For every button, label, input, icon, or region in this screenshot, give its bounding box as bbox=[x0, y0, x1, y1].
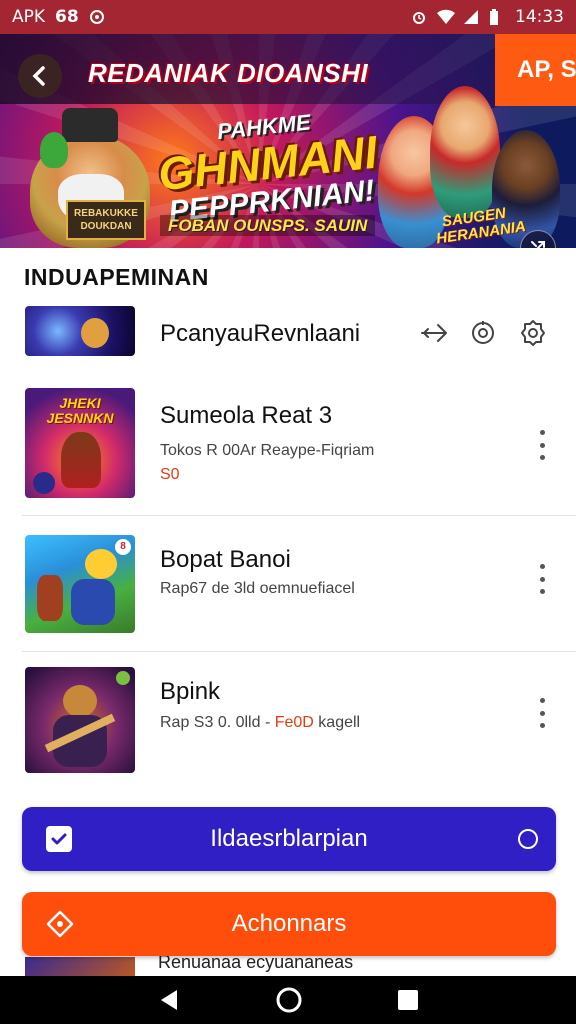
list-item-title: Sumeola Reat 3 bbox=[160, 402, 333, 429]
hero-banner[interactable]: REDANIAK DIOANSHI AP, Se REBAKUKKE DOUKD… bbox=[0, 34, 576, 248]
character-boy bbox=[430, 86, 500, 218]
more-options-button[interactable] bbox=[534, 698, 550, 728]
thumb-figure bbox=[63, 685, 97, 717]
status-app-label-2: 68 bbox=[55, 7, 79, 27]
list-item[interactable]: 8 Bopat Banoi Rap67 de 3ld oemnuefiacel bbox=[0, 534, 576, 652]
list-item-subtitle: Rap67 de 3ld oemnuefiacel bbox=[160, 580, 355, 597]
list-item-subtitle: Tokos R 00Ar Reaype-Fiqriam bbox=[160, 442, 375, 459]
checkbox-icon bbox=[46, 826, 72, 852]
circle-icon bbox=[518, 829, 538, 849]
signal-icon bbox=[463, 9, 479, 25]
status-app-label: APK bbox=[12, 7, 46, 27]
back-icon[interactable] bbox=[157, 988, 181, 1012]
list-item-subtitle: Rap S3 0. 0lld - Fe0D kagell bbox=[160, 714, 360, 732]
recents-icon[interactable] bbox=[397, 989, 419, 1011]
list-item-subtitle-tail: kagell bbox=[313, 714, 361, 731]
back-button[interactable] bbox=[18, 54, 62, 98]
battery-icon bbox=[489, 9, 505, 25]
home-icon[interactable] bbox=[275, 986, 303, 1014]
banner-title: REDANIAK DIOANSHI bbox=[88, 58, 369, 88]
system-nav-bar bbox=[0, 976, 576, 1024]
app-icon bbox=[89, 9, 105, 25]
game-thumbnail bbox=[25, 667, 135, 773]
target-icon[interactable] bbox=[470, 320, 496, 346]
list-divider bbox=[22, 515, 576, 516]
list-item[interactable]: Bpink Rap S3 0. 0lld - Fe0D kagell bbox=[0, 666, 576, 790]
banner-tagline-text: FOBAN OUNSPS. SAUIN bbox=[160, 215, 376, 236]
status-time: 14:33 bbox=[515, 7, 564, 27]
list-item-title: Bpink bbox=[160, 678, 221, 705]
section-title: INDUAPEMINAN bbox=[24, 264, 209, 290]
list-item-title: Bopat Banoi bbox=[160, 546, 291, 573]
thumb-figure bbox=[61, 432, 101, 488]
game-thumbnail: 8 bbox=[25, 535, 135, 633]
thumb-figure-body bbox=[71, 579, 115, 625]
list-item-subtitle-main: Rap S3 0. 0lld - bbox=[160, 714, 271, 731]
more-options-button[interactable] bbox=[534, 564, 550, 594]
banner-tagline: FOBAN OUNSPS. SAUIN bbox=[160, 215, 376, 236]
thumb-badge: 8 bbox=[115, 539, 131, 555]
primary-action-button[interactable]: Ildaesrblarpian bbox=[22, 807, 556, 871]
status-bar: APK 68 14:33 bbox=[0, 0, 576, 34]
airplane-icon[interactable] bbox=[420, 319, 448, 347]
primary-action-label: Ildaesrblarpian bbox=[210, 825, 368, 852]
thumb-title: JHEKI JESNNKN bbox=[46, 395, 114, 426]
list-item-extra: S0 bbox=[160, 466, 180, 483]
thumb-figure-2 bbox=[37, 575, 63, 621]
secondary-action-button[interactable]: Achonnars bbox=[22, 892, 556, 956]
shuffle-icon bbox=[531, 241, 545, 248]
game-thumbnail bbox=[25, 306, 135, 356]
list-item-subtitle-accent: Fe0D bbox=[274, 714, 314, 731]
character-plaque: REBAKUKKE DOUKDAN bbox=[66, 200, 146, 240]
app-screen: APK 68 14:33 REDANIAK DIOANSHI AP, S REB… bbox=[0, 0, 576, 1024]
game-thumbnail bbox=[25, 957, 135, 976]
character-left-crown bbox=[62, 108, 118, 142]
wifi-icon bbox=[437, 9, 455, 25]
settings-icon[interactable] bbox=[518, 318, 548, 348]
row-actions bbox=[420, 318, 548, 348]
list-item-title: PcanyauRevnlaani bbox=[160, 320, 361, 347]
game-thumbnail: JHEKI JESNNKN bbox=[25, 388, 135, 498]
list-item[interactable]: JHEKI JESNNKN Sumeola Reat 3 Tokos R 00A… bbox=[0, 386, 576, 516]
chevron-left-icon bbox=[32, 66, 45, 86]
more-options-button[interactable] bbox=[534, 430, 550, 460]
list-item[interactable]: PcanyauRevnlaani bbox=[0, 300, 576, 370]
banner-corner-button[interactable]: AP, Se bbox=[495, 34, 576, 106]
diamond-alert-icon bbox=[46, 910, 74, 938]
alarm-icon bbox=[411, 9, 427, 25]
thumb-ball bbox=[33, 472, 55, 494]
character-small-left bbox=[40, 132, 68, 168]
list-divider bbox=[22, 651, 576, 652]
secondary-action-label: Achonnars bbox=[231, 910, 347, 937]
thumb-badge-icon bbox=[116, 671, 130, 685]
thumb-figure bbox=[81, 318, 109, 348]
thumb-figure bbox=[85, 549, 117, 579]
